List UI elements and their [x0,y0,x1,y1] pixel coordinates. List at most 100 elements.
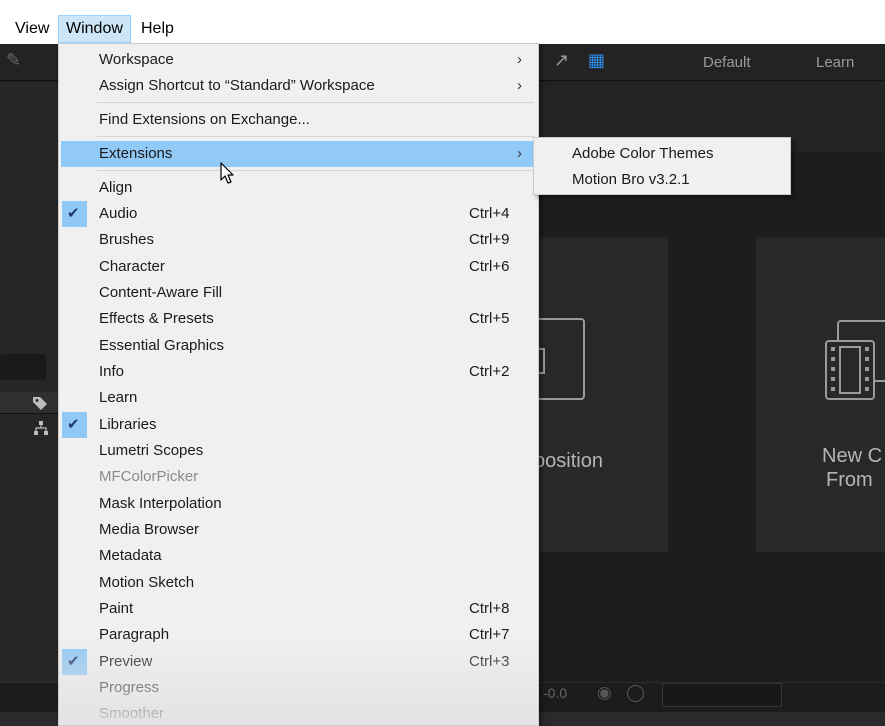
menu-item-label: Metadata [99,547,162,564]
menu-item-shortcut: Ctrl+4 [469,205,510,222]
submenu-item-motion-bro[interactable]: Motion Bro v3.2.1 [572,167,690,193]
new-composition-card[interactable]: position [534,237,668,552]
menu-item-label: MFColorPicker [99,468,199,485]
menu-separator [97,136,534,137]
menu-item-label: Extensions [99,145,173,162]
menubar: View Window Help [0,0,885,44]
puppet-pin-icon[interactable]: ↗ [554,50,569,71]
menu-item-workspace[interactable]: Workspace › [61,47,536,73]
menu-item-label: Learn [99,389,138,406]
menu-item-shortcut: Ctrl+5 [469,310,510,327]
menu-item-label: Effects & Presets [99,310,214,327]
menu-item-label: Info [99,363,125,380]
menu-item-label: Workspace [99,51,174,68]
menu-item-smoother[interactable]: Smoother [61,701,536,726]
menu-item-effects-presets[interactable]: Effects & Presets Ctrl+5 [61,306,536,332]
window-menu: Workspace › Assign Shortcut to “Standard… [58,43,539,726]
menu-item-label: Find Extensions on Exchange... [99,111,310,128]
project-panel-header [0,392,58,414]
workspace-tab-learn[interactable]: Learn [816,54,854,71]
menu-item-label: Libraries [99,416,157,433]
project-panel [0,82,58,682]
chevron-right-icon: › [517,51,522,68]
submenu-item-adobe-color-themes[interactable]: Adobe Color Themes [572,141,713,167]
menu-item-paint[interactable]: Paint Ctrl+8 [61,596,536,622]
chevron-right-icon: › [517,145,522,162]
film-footage-icon [825,320,885,400]
menu-item-label: Audio [99,205,138,222]
menu-separator [97,102,534,103]
menu-item-mfcolorpicker: MFColorPicker [61,464,536,490]
pen-tool-icon[interactable]: ✎ [6,50,21,71]
new-composition-label: position [534,450,603,472]
checkmark-icon: ✔ [67,653,80,670]
flowchart-icon[interactable] [33,420,49,436]
menu-item-label: Smoother [99,705,165,722]
chevron-right-icon: › [517,77,522,94]
new-comp-label-line1: New C [822,445,883,467]
menubar-help[interactable]: Help [134,15,181,43]
menu-item-label: Progress [99,679,160,696]
menu-item-shortcut: Ctrl+7 [469,626,510,643]
menu-item-label: Assign Shortcut to “Standard” Workspace [99,77,375,94]
menu-item-extensions[interactable]: Extensions › [61,141,536,167]
menu-item-preview[interactable]: ✔ Preview Ctrl+3 [61,649,536,675]
menu-item-content-aware-fill[interactable]: Content-Aware Fill [61,280,536,306]
menu-item-shortcut: Ctrl+2 [469,363,510,380]
menu-item-progress[interactable]: Progress [61,675,536,701]
camera-icon[interactable]: ◉ [597,683,612,703]
menu-item-mask-interpolation[interactable]: Mask Interpolation [61,491,536,517]
status-field[interactable] [662,683,782,707]
checkmark-icon: ✔ [67,205,80,222]
composition-icon [538,318,585,400]
menu-item-essential-graphics[interactable]: Essential Graphics [61,333,536,359]
menu-item-media-browser[interactable]: Media Browser [61,517,536,543]
menu-item-shortcut: Ctrl+3 [469,653,510,670]
menu-item-brushes[interactable]: Brushes Ctrl+9 [61,227,536,253]
menu-separator [97,170,534,171]
menu-item-info[interactable]: Info Ctrl+2 [61,359,536,385]
menu-item-shortcut: Ctrl+6 [469,258,510,275]
tag-icon[interactable] [32,395,48,411]
menu-item-label: Preview [99,653,153,670]
menu-item-label: Brushes [99,231,155,248]
color-picker-icon[interactable]: ◯ [626,683,645,703]
menu-item-label: Motion Sketch [99,574,195,591]
menu-item-learn[interactable]: Learn [61,385,536,411]
check-indicator: ✔ [62,412,87,438]
menu-item-label: Paragraph [99,626,170,643]
new-comp-label-line2: From [826,469,873,491]
menu-item-shortcut: Ctrl+9 [469,231,510,248]
menu-item-shortcut: Ctrl+8 [469,600,510,617]
menubar-window[interactable]: Window [58,15,131,43]
menu-item-find-extensions[interactable]: Find Extensions on Exchange... [61,107,536,133]
menu-item-label: Essential Graphics [99,337,225,354]
mouse-pointer-icon [220,162,234,184]
menu-item-label: Media Browser [99,521,200,538]
menubar-view[interactable]: View [8,15,56,43]
extensions-submenu: Adobe Color Themes Motion Bro v3.2.1 [533,137,791,195]
status-value: -0.0 [543,685,568,701]
menu-item-audio[interactable]: ✔ Audio Ctrl+4 [61,201,536,227]
menu-item-assign-shortcut[interactable]: Assign Shortcut to “Standard” Workspace … [61,73,536,99]
menu-item-align[interactable]: Align [61,175,536,201]
menu-item-label: Lumetri Scopes [99,442,204,459]
menu-item-libraries[interactable]: ✔ Libraries [61,412,536,438]
project-search-field[interactable] [0,354,46,380]
home-screen: position New C From [534,152,885,682]
menu-item-label: Content-Aware Fill [99,284,223,301]
new-comp-from-footage-card[interactable]: New C From [756,237,885,552]
snapping-icon[interactable]: ▦ [588,50,605,71]
workspace-tab-default[interactable]: Default [703,54,751,71]
menu-item-metadata[interactable]: Metadata [61,543,536,569]
menu-item-label: Paint [99,600,134,617]
checkmark-icon: ✔ [67,416,80,433]
menu-item-lumetri-scopes[interactable]: Lumetri Scopes [61,438,536,464]
menu-item-paragraph[interactable]: Paragraph Ctrl+7 [61,622,536,648]
check-indicator: ✔ [62,649,87,675]
menu-item-character[interactable]: Character Ctrl+6 [61,254,536,280]
menu-item-label: Character [99,258,165,275]
menu-item-motion-sketch[interactable]: Motion Sketch [61,570,536,596]
check-indicator: ✔ [62,201,87,227]
menu-item-label: Mask Interpolation [99,495,222,512]
